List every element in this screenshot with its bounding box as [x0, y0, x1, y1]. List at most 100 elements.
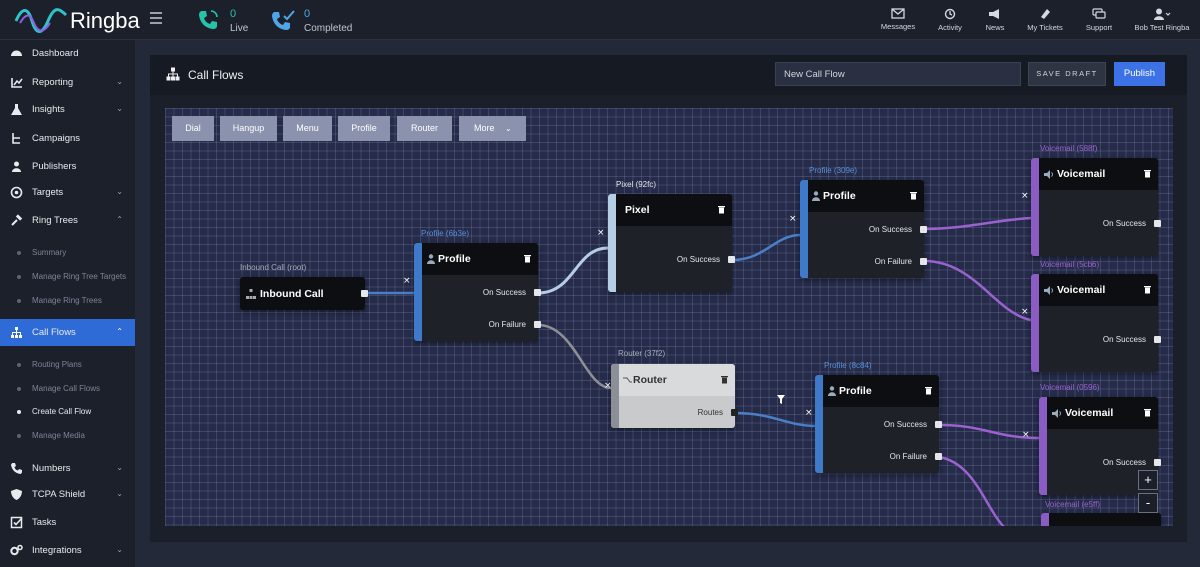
chevron-down-icon: ⌄ — [116, 463, 123, 472]
live-calls-stat[interactable]: 0 Live — [196, 6, 266, 36]
ticket-icon — [1041, 9, 1050, 19]
on-success-port[interactable] — [920, 226, 927, 233]
sidebar-subitem-manage-call-flows[interactable]: Manage Call Flows — [0, 379, 135, 399]
live-label: Live — [230, 23, 249, 34]
inbound-call-node[interactable]: Inbound Call — [240, 277, 368, 310]
gavel-icon — [11, 214, 23, 226]
sidebar-item-publishers[interactable]: Publishers — [0, 153, 135, 181]
on-success-port[interactable] — [1154, 220, 1161, 227]
profile-309e-node[interactable]: Profile On Success On Failure — [800, 180, 927, 278]
chevron-down-icon: ⌄ — [116, 187, 123, 196]
on-failure-port[interactable] — [534, 321, 541, 328]
sidebar-item-reporting[interactable]: Reporting ⌄ — [0, 69, 135, 97]
completed-count: 0 — [304, 8, 311, 20]
trash-icon[interactable] — [924, 385, 933, 395]
pixel-92fc-node[interactable]: Pixel On Success — [608, 194, 735, 292]
voicemail-0596-caption: Voicemail (0596) — [1040, 383, 1100, 392]
on-failure-port[interactable] — [920, 258, 927, 265]
pixel-92fc-caption: Pixel (92fc) — [616, 180, 657, 189]
trash-icon[interactable] — [1143, 407, 1152, 417]
voicemail-588f-node[interactable]: Voicemail On Success — [1031, 158, 1161, 256]
zoom-out-button[interactable]: - — [1138, 493, 1158, 513]
add-hangup-button[interactable]: Hangup — [220, 116, 277, 141]
on-success-port[interactable] — [935, 421, 942, 428]
svg-text:×: × — [789, 214, 797, 224]
profile-6b3e-caption: Profile (6b3e) — [421, 229, 470, 238]
on-success-port[interactable] — [1154, 336, 1161, 343]
add-profile-button[interactable]: Profile — [338, 116, 390, 141]
sidebar-subitem-manage-media[interactable]: Manage Media — [0, 426, 135, 446]
on-success-port[interactable] — [1154, 459, 1161, 466]
user-icon — [427, 254, 435, 264]
sidebar-item-numbers[interactable]: Numbers ⌄ — [0, 455, 135, 483]
trash-icon[interactable] — [1143, 168, 1152, 178]
add-router-button[interactable]: Router — [397, 116, 452, 141]
voicemail-e5ff-caption: Voicemail (e5ff) — [1045, 500, 1100, 509]
sitemap-icon — [11, 327, 22, 338]
routes-port[interactable] — [731, 409, 738, 416]
sidebar: Dashboard Reporting ⌄ Insights ⌄ Campaigns… — [0, 40, 135, 567]
shield-icon — [11, 489, 22, 500]
sitemap-icon — [246, 289, 256, 299]
profile-309e-caption: Profile (309e) — [809, 166, 858, 175]
connection-lines: × × × × × × × × — [364, 191, 1040, 526]
add-menu-button[interactable]: Menu — [283, 116, 332, 141]
sidebar-item-ring-trees[interactable]: Ring Trees ⌃ — [0, 207, 135, 235]
sidebar-subitem-create-call-flow[interactable]: Create Call Flow — [0, 402, 135, 422]
dashboard-icon — [11, 50, 22, 56]
user-name: Bob Test Ringba — [1134, 23, 1190, 32]
user-menu-button[interactable]: Bob Test Ringba — [1125, 8, 1199, 32]
brand-name: Ringba — [70, 8, 140, 33]
more-dropdown-button[interactable]: More ⌄ — [459, 116, 526, 141]
sidebar-item-dashboard[interactable]: Dashboard — [0, 40, 135, 68]
call-flow-name-input[interactable] — [775, 62, 1021, 86]
sidebar-subitem-routing-plans[interactable]: Routing Plans — [0, 355, 135, 375]
ringba-logo[interactable]: Ringba — [14, 5, 140, 35]
zoom-in-button[interactable]: + — [1138, 470, 1158, 490]
sidebar-subitem-manage-ring-tree-targets[interactable]: Manage Ring Tree Targets — [0, 267, 135, 287]
output-port[interactable] — [361, 290, 368, 297]
sidebar-item-insights[interactable]: Insights ⌄ — [0, 96, 135, 124]
flow-canvas[interactable]: × × × × × × × × Dial Hangup Menu Profile… — [165, 108, 1173, 526]
voicemail-5cb6-caption: Voicemail (5cb6) — [1040, 260, 1100, 269]
my-tickets-label: My Tickets — [1027, 23, 1063, 32]
trash-icon[interactable] — [523, 253, 532, 263]
trash-icon[interactable] — [717, 204, 726, 214]
add-dial-button[interactable]: Dial — [172, 116, 214, 141]
svg-text:×: × — [403, 276, 411, 286]
sidebar-subitem-summary[interactable]: Summary — [0, 243, 135, 263]
profile-8c84-node[interactable]: Profile On Success On Failure — [815, 375, 942, 473]
phone-icon — [11, 463, 22, 474]
on-success-port[interactable] — [728, 256, 735, 263]
on-failure-port[interactable] — [935, 453, 942, 460]
sidebar-item-campaigns[interactable]: Campaigns — [0, 125, 135, 153]
completed-calls-stat[interactable]: 0 Completed — [270, 6, 360, 36]
publish-button[interactable]: Publish — [1114, 62, 1165, 86]
voicemail-e5ff-node[interactable] — [1041, 513, 1161, 526]
trash-icon[interactable] — [720, 374, 729, 384]
trash-icon[interactable] — [909, 190, 918, 200]
users-icon — [12, 161, 21, 172]
wave-logo-icon — [14, 8, 68, 33]
sidebar-item-targets[interactable]: Targets ⌄ — [0, 179, 135, 207]
trash-icon[interactable] — [1143, 284, 1152, 294]
svg-text:×: × — [805, 408, 813, 418]
chevron-up-icon: ⌃ — [116, 327, 123, 336]
on-success-port[interactable] — [534, 289, 541, 296]
sitemap-icon — [166, 67, 180, 81]
sidebar-subitem-manage-ring-trees[interactable]: Manage Ring Trees — [0, 291, 135, 311]
sidebar-item-call-flows[interactable]: Call Flows ⌃ — [0, 319, 135, 346]
save-draft-button[interactable]: SAVE DRAFT — [1028, 62, 1106, 86]
voicemail-5cb6-node[interactable]: Voicemail On Success — [1031, 274, 1161, 372]
messages-label: Messages — [880, 22, 916, 31]
router-37f2-node[interactable]: Router Routes — [611, 364, 738, 428]
sidebar-item-tcpa-shield[interactable]: TCPA Shield ⌄ — [0, 481, 135, 509]
phone-completed-icon — [272, 10, 295, 30]
profile-6b3e-node[interactable]: Profile On Success On Failure — [414, 243, 541, 341]
page-title: Call Flows — [188, 68, 244, 82]
sidebar-item-integrations[interactable]: Integrations ⌄ — [0, 537, 135, 565]
inbound-caption: Inbound Call (root) — [240, 263, 307, 272]
sidebar-item-tasks[interactable]: Tasks — [0, 509, 135, 537]
menu-toggle-icon[interactable] — [150, 12, 162, 26]
chevron-down-icon: ⌄ — [116, 489, 123, 498]
